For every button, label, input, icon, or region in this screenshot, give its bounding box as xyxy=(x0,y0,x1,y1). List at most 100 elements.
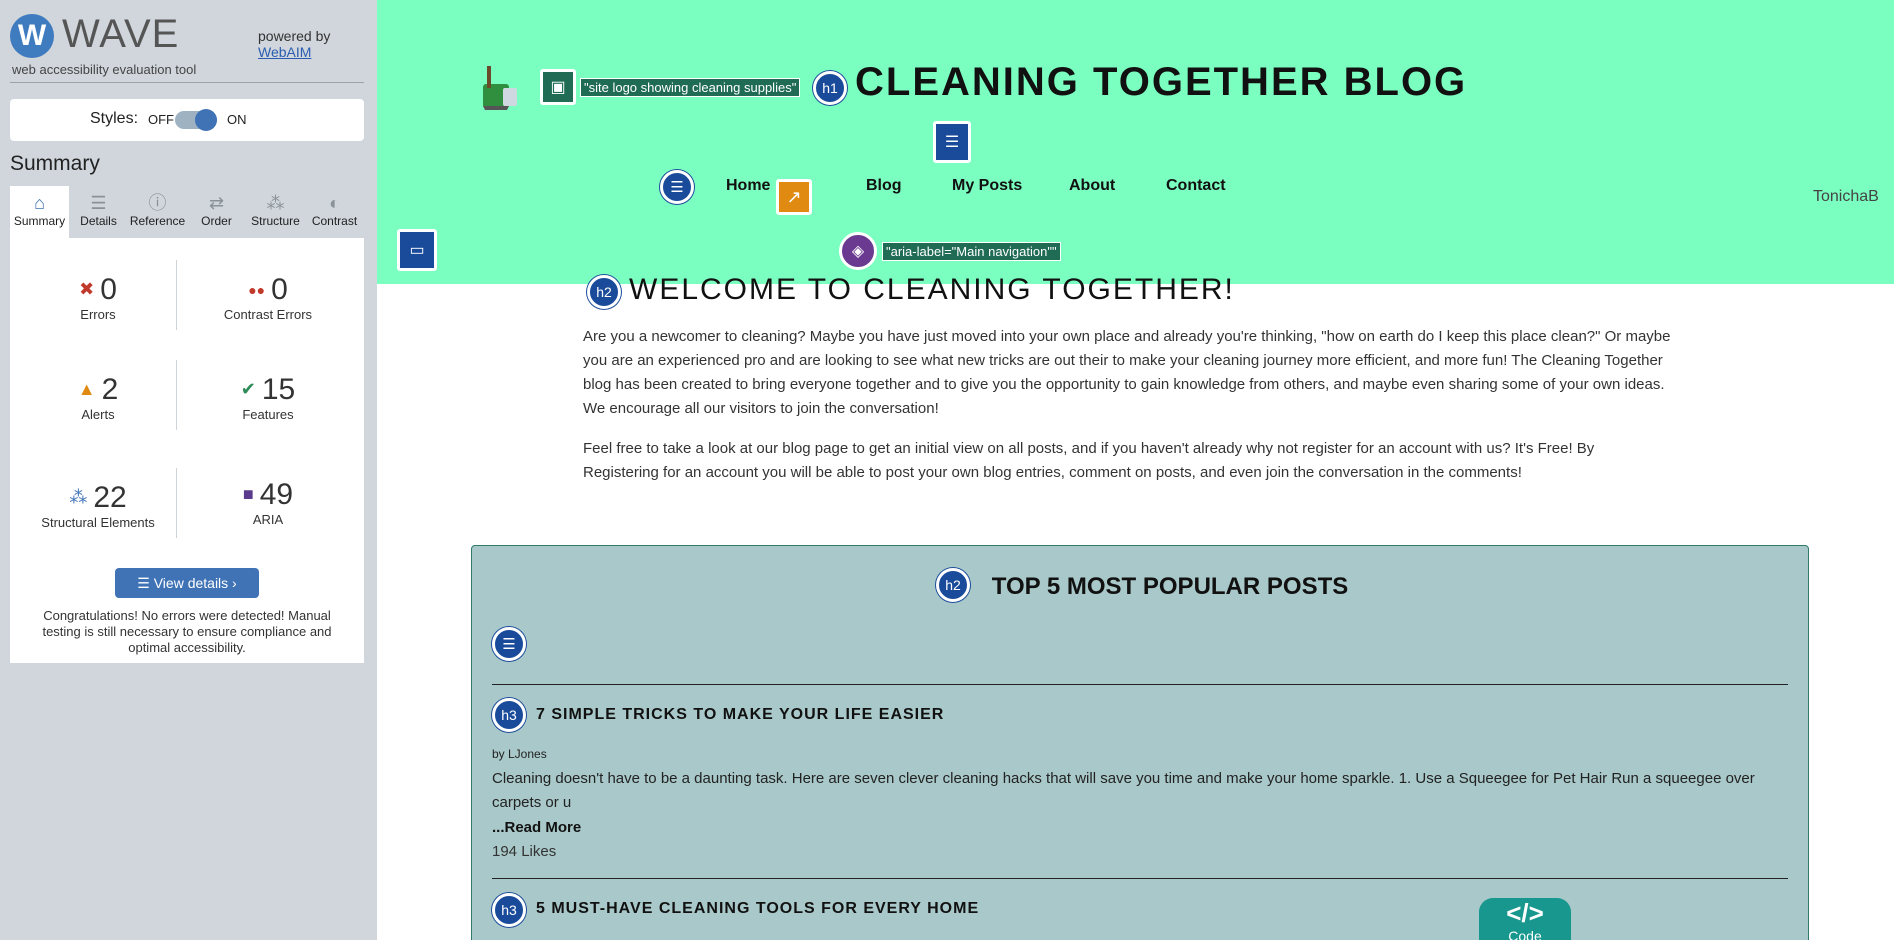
tab-order[interactable]: ⇄ Order xyxy=(187,186,246,238)
features-stat[interactable]: ✔ 15 Features xyxy=(188,373,348,422)
toggle-knob xyxy=(195,109,217,131)
username[interactable]: TonichaB xyxy=(1813,188,1879,206)
alerts-stat[interactable]: ▲ 2 Alerts xyxy=(18,373,178,422)
code-label: Code xyxy=(1508,928,1542,940)
post-likes: 194 Likes xyxy=(492,843,557,860)
logo-alt-label: "site logo showing cleaning supplies" xyxy=(580,78,801,97)
tab-label: Order xyxy=(201,214,232,228)
tab-label: Summary xyxy=(13,214,66,228)
divider xyxy=(10,82,364,83)
features-count: 15 xyxy=(261,373,296,406)
powered-by-text: powered by xyxy=(258,28,331,44)
error-icon: ✖ xyxy=(79,279,95,299)
errors-stat[interactable]: ✖ 0 Errors xyxy=(18,273,178,322)
aria-icon: ■ xyxy=(242,484,254,504)
wave-tagline: web accessibility evaluation tool xyxy=(12,62,197,77)
post-author: by LJones xyxy=(492,747,547,761)
errors-label: Errors xyxy=(80,307,116,322)
h1-badge-icon[interactable]: h1 xyxy=(813,71,847,105)
summary-title: Summary xyxy=(10,152,100,175)
congrats-message: Congratulations! No errors were detected… xyxy=(42,608,332,655)
alert-icon: ▲ xyxy=(77,379,96,399)
register-paragraph: Feel free to take a look at our blog pag… xyxy=(583,440,1595,481)
styles-toggle[interactable] xyxy=(175,109,217,131)
wave-brand: WAVE xyxy=(62,12,180,56)
nav-contact[interactable]: Contact xyxy=(1166,177,1226,195)
divider xyxy=(492,878,1788,879)
aria-stat[interactable]: ■ 49 ARIA xyxy=(188,478,348,527)
alerts-count: 2 xyxy=(101,373,119,406)
list-badge-icon[interactable]: ☰ xyxy=(492,627,526,661)
structural-stat[interactable]: ⁂ 22 Structural Elements xyxy=(18,481,178,530)
feature-icon: ✔ xyxy=(240,379,256,399)
tab-structure[interactable]: ⁂ Structure xyxy=(246,186,305,238)
view-details-label: View details › xyxy=(153,575,237,591)
structural-label: Structural Elements xyxy=(41,515,155,530)
styles-toggle-panel: Styles: OFF ON xyxy=(10,99,364,141)
tab-summary[interactable]: ⌂ Summary xyxy=(10,186,69,238)
site-logo-icon[interactable] xyxy=(477,62,521,112)
nav-about[interactable]: About xyxy=(1069,177,1115,195)
errors-count: 0 xyxy=(100,273,117,306)
tab-details[interactable]: ☰ Details xyxy=(69,186,128,238)
alerts-label: Alerts xyxy=(81,407,115,422)
structure-icon: ⁂ xyxy=(266,193,285,213)
aria-icon[interactable]: ☰ xyxy=(933,121,971,163)
styles-on-label: ON xyxy=(227,112,247,127)
tab-contrast[interactable]: ◐ Contrast xyxy=(305,186,364,238)
wave-sidebar: W WAVE web accessibility evaluation tool… xyxy=(0,0,377,940)
site-header: ▣ "site logo showing cleaning supplies" … xyxy=(377,0,1894,284)
tab-label: Structure xyxy=(251,214,300,228)
nav-my-posts[interactable]: My Posts xyxy=(952,177,1022,195)
styles-label: Styles: xyxy=(90,110,139,127)
list-icon: ☰ xyxy=(90,193,107,213)
post-title[interactable]: 7 SIMPLE TRICKS TO MAKE YOUR LIFE EASIER xyxy=(536,706,944,724)
powered-by: powered by WebAIM xyxy=(258,28,330,60)
nav-blog[interactable]: Blog xyxy=(866,177,902,195)
tab-label: Reference xyxy=(129,214,186,228)
info-icon: ⓘ xyxy=(148,193,167,213)
list-icon: ☰ xyxy=(137,575,154,591)
popular-title: TOP 5 MOST POPULAR POSTS xyxy=(991,573,1349,600)
post-title[interactable]: 5 MUST-HAVE CLEANING TOOLS FOR EVERY HOM… xyxy=(536,900,979,918)
contrast-errors-count: 0 xyxy=(271,273,288,306)
code-symbol: </> xyxy=(1506,898,1544,928)
header-region-icon[interactable]: ▭ xyxy=(397,229,437,271)
tab-reference[interactable]: ⓘ Reference xyxy=(128,186,187,238)
page-content: ▣ "site logo showing cleaning supplies" … xyxy=(377,0,1894,940)
view-details-button[interactable]: ☰ View details › xyxy=(115,568,259,598)
nav-aria-label: "aria-label="Main navigation"" xyxy=(882,242,1061,261)
h3-badge-icon[interactable]: h3 xyxy=(492,698,526,732)
list-badge-icon[interactable]: ☰ xyxy=(660,170,694,204)
contrast-errors-label: Contrast Errors xyxy=(223,307,313,322)
welcome-heading: WELCOME TO CLEANING TOGETHER! xyxy=(629,273,1235,306)
h2-badge-icon[interactable]: h2 xyxy=(587,275,621,309)
h3-badge-icon[interactable]: h3 xyxy=(492,893,526,927)
aria-count: 49 xyxy=(259,478,294,511)
webaim-link[interactable]: WebAIM xyxy=(258,44,311,60)
image-alt-feature-icon[interactable]: ▣ xyxy=(540,69,576,105)
wave-logo-icon: W xyxy=(10,14,54,58)
intro-paragraph: Are you a newcomer to cleaning? Maybe yo… xyxy=(583,328,1671,417)
read-more-link[interactable]: ...Read More xyxy=(492,819,581,836)
site-title: CLEANING TOGETHER BLOG xyxy=(855,60,1468,104)
summary-panel: ✖ 0 Errors ●● 0 Contrast Errors ▲ 2 Alerts … xyxy=(10,238,364,663)
features-label: Features xyxy=(242,407,294,422)
contrast-error-icon: ●● xyxy=(248,282,266,298)
post-excerpt: Cleaning doesn't have to be a daunting t… xyxy=(492,770,1755,811)
contrast-errors-stat[interactable]: ●● 0 Contrast Errors xyxy=(188,273,348,322)
alert-icon[interactable]: ↗ xyxy=(776,179,812,215)
wave-tabs: ⌂ Summary ☰ Details ⓘ Reference ⇄ Order … xyxy=(10,186,364,238)
aria-label: ARIA xyxy=(252,512,284,527)
styles-off-label: OFF xyxy=(148,112,174,127)
structure-icon: ⁂ xyxy=(69,487,88,507)
code-icon[interactable]: </> Code xyxy=(1479,898,1571,940)
nav-home[interactable]: Home xyxy=(726,177,770,195)
tab-label: Details xyxy=(80,214,117,228)
aria-label-icon[interactable]: ◈ xyxy=(839,232,877,270)
contrast-icon: ◐ xyxy=(329,193,340,213)
divider xyxy=(492,684,1788,685)
tab-label: Contrast xyxy=(311,214,358,228)
popular-posts-section: h2 TOP 5 MOST POPULAR POSTS ☰ h3 7 SIMPL… xyxy=(471,545,1809,940)
home-icon: ⌂ xyxy=(34,193,45,213)
